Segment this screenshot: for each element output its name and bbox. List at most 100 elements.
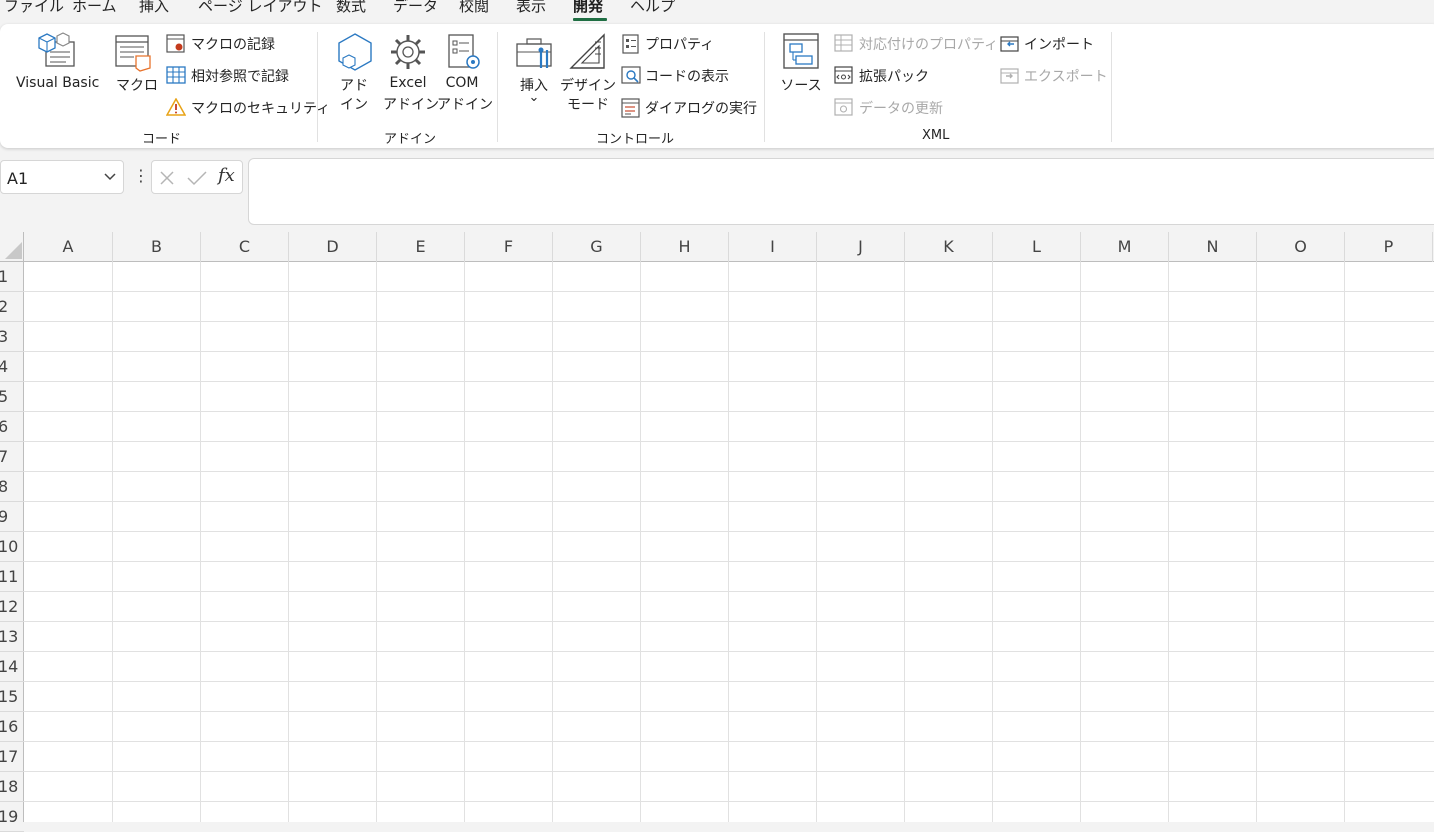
row-header[interactable]: 16 <box>0 712 24 742</box>
excel-addins-button-line1[interactable]: Excel <box>383 75 433 91</box>
com-addins-button-line2[interactable]: アドイン <box>437 94 493 114</box>
gridline <box>464 262 465 822</box>
macro-security-button[interactable]: マクロのセキュリティ <box>191 98 330 118</box>
design-mode-button-line2[interactable]: モード <box>560 94 616 114</box>
com-addins-button-line1[interactable]: COM <box>437 75 487 91</box>
row-header[interactable]: 17 <box>0 742 24 772</box>
addin-hexagon-icon <box>338 33 372 71</box>
macro-icon <box>115 35 151 72</box>
column-header[interactable]: E <box>377 232 465 262</box>
enter-check-icon[interactable] <box>186 169 208 187</box>
insert-dropdown-arrow[interactable]: ⌄ <box>516 90 552 105</box>
visual-basic-button[interactable]: Visual Basic <box>16 75 99 91</box>
map-properties-button[interactable]: 対応付けのプロパティ <box>859 34 998 54</box>
row-header[interactable]: 7 <box>0 442 24 472</box>
addins-button-line1[interactable]: アド <box>340 75 368 95</box>
tab-page-layout[interactable]: ページ レイアウト <box>198 0 322 17</box>
column-header[interactable]: J <box>817 232 905 262</box>
name-box[interactable]: A1 <box>0 160 124 194</box>
select-all-triangle-icon <box>5 242 22 259</box>
row-header[interactable]: 9 <box>0 502 24 532</box>
menu-bar: ファイル ホーム 挿入 ページ レイアウト 数式 データ 校閲 表示 開発 ヘル… <box>0 0 1434 22</box>
warning-icon <box>166 98 186 116</box>
more-options-icon[interactable]: ⋮ <box>133 166 149 185</box>
gridline <box>24 471 1434 472</box>
insert-function-button[interactable]: fx <box>218 165 235 186</box>
row-header[interactable]: 8 <box>0 472 24 502</box>
column-header[interactable]: N <box>1169 232 1257 262</box>
row-header[interactable]: 10 <box>0 532 24 562</box>
tab-view[interactable]: 表示 <box>516 0 546 17</box>
tab-help[interactable]: ヘルプ <box>630 0 675 17</box>
row-header[interactable]: 5 <box>0 382 24 412</box>
import-button[interactable]: インポート <box>1024 34 1094 54</box>
xml-source-button[interactable]: ソース <box>780 75 822 95</box>
row-header[interactable]: 6 <box>0 412 24 442</box>
column-header[interactable]: I <box>729 232 817 262</box>
column-header[interactable]: L <box>993 232 1081 262</box>
tab-insert[interactable]: 挿入 <box>139 0 169 17</box>
column-headers: A B C D E F G H I J K L M N O P <box>0 232 1434 262</box>
row-header[interactable]: 3 <box>0 322 24 352</box>
formula-controls: fx <box>151 160 243 194</box>
column-header[interactable]: F <box>465 232 553 262</box>
column-header[interactable]: A <box>24 232 113 262</box>
row-header[interactable]: 19 <box>0 802 24 832</box>
formula-input[interactable] <box>248 158 1434 225</box>
row-header[interactable]: 1 <box>0 262 24 292</box>
excel-addins-button-line2[interactable]: アドイン <box>383 94 439 114</box>
view-code-button[interactable]: コードの表示 <box>645 66 729 86</box>
row-header[interactable]: 13 <box>0 622 24 652</box>
chevron-down-icon[interactable] <box>103 171 117 183</box>
column-header[interactable]: G <box>553 232 641 262</box>
column-header[interactable]: B <box>113 232 201 262</box>
macros-button[interactable]: マクロ <box>116 75 158 95</box>
tab-developer[interactable]: 開発 <box>573 0 603 17</box>
cancel-icon[interactable] <box>158 169 176 187</box>
design-mode-button-line1[interactable]: デザイン <box>560 75 616 95</box>
row-header[interactable]: 4 <box>0 352 24 382</box>
refresh-data-button[interactable]: データの更新 <box>859 98 943 118</box>
group-divider <box>497 32 498 142</box>
tab-formulas[interactable]: 数式 <box>336 0 366 17</box>
row-header[interactable]: 14 <box>0 652 24 682</box>
tab-home[interactable]: ホーム <box>72 0 117 17</box>
cell-area[interactable] <box>24 262 1434 822</box>
record-macro-icon <box>166 34 185 53</box>
properties-icon <box>622 34 639 54</box>
run-dialog-button[interactable]: ダイアログの実行 <box>645 98 757 118</box>
gridline <box>24 651 1434 652</box>
column-header[interactable]: D <box>289 232 377 262</box>
column-header[interactable]: P <box>1345 232 1433 262</box>
row-header[interactable]: 15 <box>0 682 24 712</box>
gridline <box>24 321 1434 322</box>
row-headers: 1 2 3 4 5 6 7 8 9 10 11 12 13 14 15 16 1… <box>0 262 24 832</box>
properties-button[interactable]: プロパティ <box>645 34 714 54</box>
active-tab-indicator <box>573 18 607 21</box>
export-button[interactable]: エクスポート <box>1024 66 1108 86</box>
select-all-corner[interactable] <box>0 232 24 262</box>
gridline <box>24 561 1434 562</box>
row-header[interactable]: 18 <box>0 772 24 802</box>
column-header[interactable]: C <box>201 232 289 262</box>
gridline <box>816 262 817 822</box>
column-header[interactable]: K <box>905 232 993 262</box>
tab-review[interactable]: 校閲 <box>459 0 489 17</box>
row-header[interactable]: 11 <box>0 562 24 592</box>
row-header[interactable]: 12 <box>0 592 24 622</box>
tab-data[interactable]: データ <box>393 0 438 17</box>
record-macro-button[interactable]: マクロの記録 <box>191 34 275 54</box>
column-header[interactable]: M <box>1081 232 1169 262</box>
group-label-code: コード <box>142 132 182 147</box>
tab-file[interactable]: ファイル <box>4 0 64 17</box>
expansion-packs-button[interactable]: 拡張パック <box>859 66 929 86</box>
column-header[interactable]: O <box>1257 232 1345 262</box>
design-mode-icon <box>569 33 605 69</box>
addins-button-line2[interactable]: イン <box>340 94 368 114</box>
gridline <box>24 531 1434 532</box>
gridline <box>992 262 993 822</box>
gridline <box>24 381 1434 382</box>
row-header[interactable]: 2 <box>0 292 24 322</box>
relative-reference-button[interactable]: 相対参照で記録 <box>191 66 289 86</box>
column-header[interactable]: H <box>641 232 729 262</box>
